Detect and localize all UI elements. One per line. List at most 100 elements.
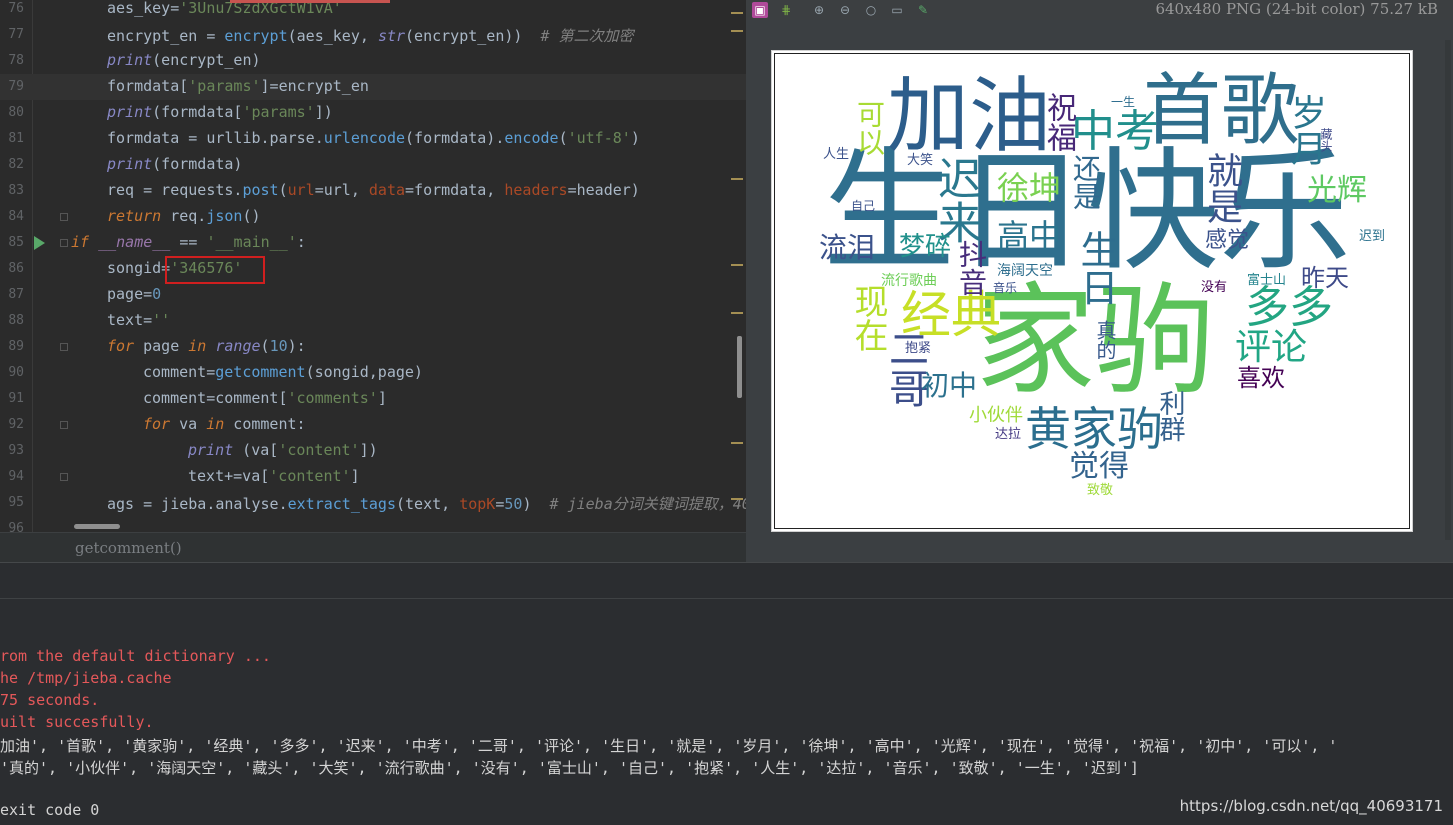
code-line[interactable]: 79 formdata['params']=encrypt_en bbox=[0, 74, 746, 100]
wordcloud-word: 生日 bbox=[1074, 230, 1118, 306]
line-number: 84 bbox=[8, 209, 24, 224]
breadcrumb-function[interactable]: getcomment() bbox=[75, 539, 182, 557]
line-number: 91 bbox=[8, 391, 24, 406]
code-text[interactable]: encrypt_en = encrypt(aes_key, str(encryp… bbox=[107, 25, 634, 46]
code-line[interactable]: 85 if __name__ == '__main__': bbox=[0, 230, 746, 256]
code-line[interactable]: 84 return req.json() bbox=[0, 204, 746, 230]
run-icon[interactable] bbox=[34, 236, 45, 250]
scroll-marker[interactable] bbox=[731, 442, 743, 444]
code-line[interactable]: 82 print(formdata) bbox=[0, 152, 746, 178]
code-text[interactable]: ags = jieba.analyse.extract_tags(text, t… bbox=[107, 493, 746, 514]
code-line[interactable]: 92 for va in comment: bbox=[0, 412, 746, 438]
scroll-marker[interactable] bbox=[731, 264, 743, 266]
image-canvas[interactable]: 生日快乐 家驹 加油 首歌 黄家驹 经典 多多 迟来 中考 二哥 评论 生日 就是 岁月 徐坤 高中 光辉 现在觉… bbox=[771, 50, 1413, 532]
code-line[interactable]: 86 songid='346576' bbox=[0, 256, 746, 282]
code-text[interactable]: page=0 bbox=[107, 285, 161, 303]
code-text[interactable]: return req.json() bbox=[107, 207, 261, 225]
code-line[interactable]: 89 for page in range(10): bbox=[0, 334, 746, 360]
wordcloud-word: 光辉 bbox=[1307, 173, 1367, 208]
code-text[interactable]: comment=getcomment(songid,page) bbox=[143, 363, 423, 381]
wordcloud-word: 初中 bbox=[921, 369, 978, 402]
code-line[interactable]: 90 comment=getcomment(songid,page) bbox=[0, 360, 746, 386]
wordcloud-word: 评论 bbox=[1235, 327, 1308, 368]
code-line[interactable]: 93 print (va['content']) bbox=[0, 438, 746, 464]
fit-icon[interactable]: ▭ bbox=[889, 2, 905, 18]
code-line[interactable]: 95 ags = jieba.analyse.extract_tags(text,… bbox=[0, 490, 746, 516]
code-line[interactable]: 87 page=0 bbox=[0, 282, 746, 308]
wordcloud-word: 徐坤 bbox=[997, 169, 1062, 207]
code-text[interactable]: req = requests.post(url=url, data=formda… bbox=[107, 181, 640, 199]
line-number: 86 bbox=[8, 261, 24, 276]
code-text[interactable]: print(formdata['params']) bbox=[107, 103, 333, 121]
wordcloud-word: 人生 bbox=[823, 147, 850, 162]
code-line[interactable]: 91 comment=comment['comments'] bbox=[0, 386, 746, 412]
wordcloud-word: 利群 bbox=[1155, 390, 1185, 442]
code-line[interactable]: 88 text='' bbox=[0, 308, 746, 334]
breadcrumb[interactable]: getcomment() bbox=[0, 532, 746, 563]
chessboard-icon[interactable]: ▣ bbox=[752, 2, 768, 18]
wordcloud-word: 祝福 bbox=[1041, 92, 1076, 152]
console-line: he /tmp/jieba.cache bbox=[0, 669, 172, 687]
code-text[interactable]: for va in comment: bbox=[143, 415, 306, 433]
code-editor[interactable]: 76 aes_key='3Unu7SzdXGctW1vA' 77 encrypt_en… bbox=[0, 0, 746, 532]
zoom-in-icon[interactable]: ⊕ bbox=[811, 2, 827, 18]
watermark: https://blog.csdn.net/qq_40693171 bbox=[1179, 797, 1443, 815]
code-line[interactable]: 77 encrypt_en = encrypt(aes_key, str(encr… bbox=[0, 22, 746, 48]
code-text[interactable]: print (va['content']) bbox=[188, 441, 378, 459]
code-text[interactable]: if __name__ == '__main__': bbox=[71, 233, 306, 251]
wordcloud-word: 多多 bbox=[1245, 282, 1333, 333]
actual-size-icon[interactable]: ○ bbox=[863, 2, 879, 18]
code-line[interactable]: 80 print(formdata['params']) bbox=[0, 100, 746, 126]
line-number: 83 bbox=[8, 183, 24, 198]
code-line[interactable]: 83 req = requests.post(url=url, data=form… bbox=[0, 178, 746, 204]
vertical-scrollbar-thumb[interactable] bbox=[737, 336, 742, 398]
code-text[interactable]: text='' bbox=[107, 311, 170, 329]
wordcloud-word: 自己 bbox=[851, 199, 876, 213]
console-line: '真的', '小伙伴', '海阔天空', '藏头', '大笑', '流行歌曲',… bbox=[0, 759, 1139, 777]
wordcloud-word: 致敬 bbox=[1087, 483, 1114, 498]
code-line[interactable]: 94 text+=va['content'] bbox=[0, 464, 746, 490]
code-text[interactable]: print(formdata) bbox=[107, 155, 242, 173]
wordcloud-word: 流泪 bbox=[819, 231, 876, 264]
editor-tab-indicator bbox=[230, 0, 390, 3]
wordcloud-word: 现在 bbox=[848, 284, 888, 352]
code-text[interactable]: formdata['params']=encrypt_en bbox=[107, 77, 369, 95]
code-text[interactable]: formdata = urllib.parse.urlencode(formda… bbox=[107, 129, 640, 147]
scroll-marker[interactable] bbox=[731, 312, 743, 314]
wordcloud-word: 没有 bbox=[1201, 280, 1228, 295]
code-text[interactable]: print(encrypt_en) bbox=[107, 51, 261, 69]
code-line[interactable]: 78 print(encrypt_en) bbox=[0, 48, 746, 74]
color-picker-icon[interactable]: ✎ bbox=[915, 2, 931, 18]
wordcloud-word: 富士山 bbox=[1247, 273, 1287, 288]
zoom-out-icon[interactable]: ⊖ bbox=[837, 2, 853, 18]
line-number: 76 bbox=[8, 1, 24, 16]
scroll-marker[interactable] bbox=[731, 178, 743, 180]
code-line[interactable]: 81 formdata = urllib.parse.urlencode(form… bbox=[0, 126, 746, 152]
fold-icon[interactable] bbox=[60, 421, 68, 429]
viewer-scrollbar[interactable] bbox=[1445, 40, 1451, 540]
highlight-box-songid bbox=[165, 256, 265, 284]
wordcloud-word: 黄家驹 bbox=[1025, 402, 1163, 456]
grid-icon[interactable]: ⋕ bbox=[778, 2, 794, 18]
scroll-marker[interactable] bbox=[731, 30, 743, 32]
fold-icon[interactable] bbox=[60, 213, 68, 221]
wordcloud-word: 音乐 bbox=[993, 281, 1018, 295]
code-text[interactable]: comment=comment['comments'] bbox=[143, 389, 387, 407]
fold-icon[interactable] bbox=[60, 343, 68, 351]
code-text[interactable]: for page in range(10): bbox=[107, 337, 306, 355]
wordcloud-word: 觉得 bbox=[1069, 449, 1129, 484]
wordcloud-word: 抖音 bbox=[955, 240, 988, 296]
run-console[interactable]: rom the default dictionary ... he /tmp/ji… bbox=[0, 562, 1453, 825]
code-line[interactable]: 76 aes_key='3Unu7SzdXGctW1vA' bbox=[0, 0, 746, 22]
fold-icon[interactable] bbox=[60, 473, 68, 481]
line-number: 88 bbox=[8, 313, 24, 328]
fold-icon[interactable] bbox=[60, 239, 68, 247]
code-text[interactable]: text+=va['content'] bbox=[188, 467, 360, 485]
horizontal-scrollbar-thumb[interactable] bbox=[74, 524, 120, 529]
wordcloud-word: 迟到 bbox=[1359, 229, 1386, 244]
scroll-marker[interactable] bbox=[731, 498, 743, 500]
line-number: 89 bbox=[8, 339, 24, 354]
line-number: 82 bbox=[8, 157, 24, 172]
scroll-marker[interactable] bbox=[731, 12, 743, 14]
wordcloud-word: 昨天 bbox=[1301, 264, 1349, 292]
